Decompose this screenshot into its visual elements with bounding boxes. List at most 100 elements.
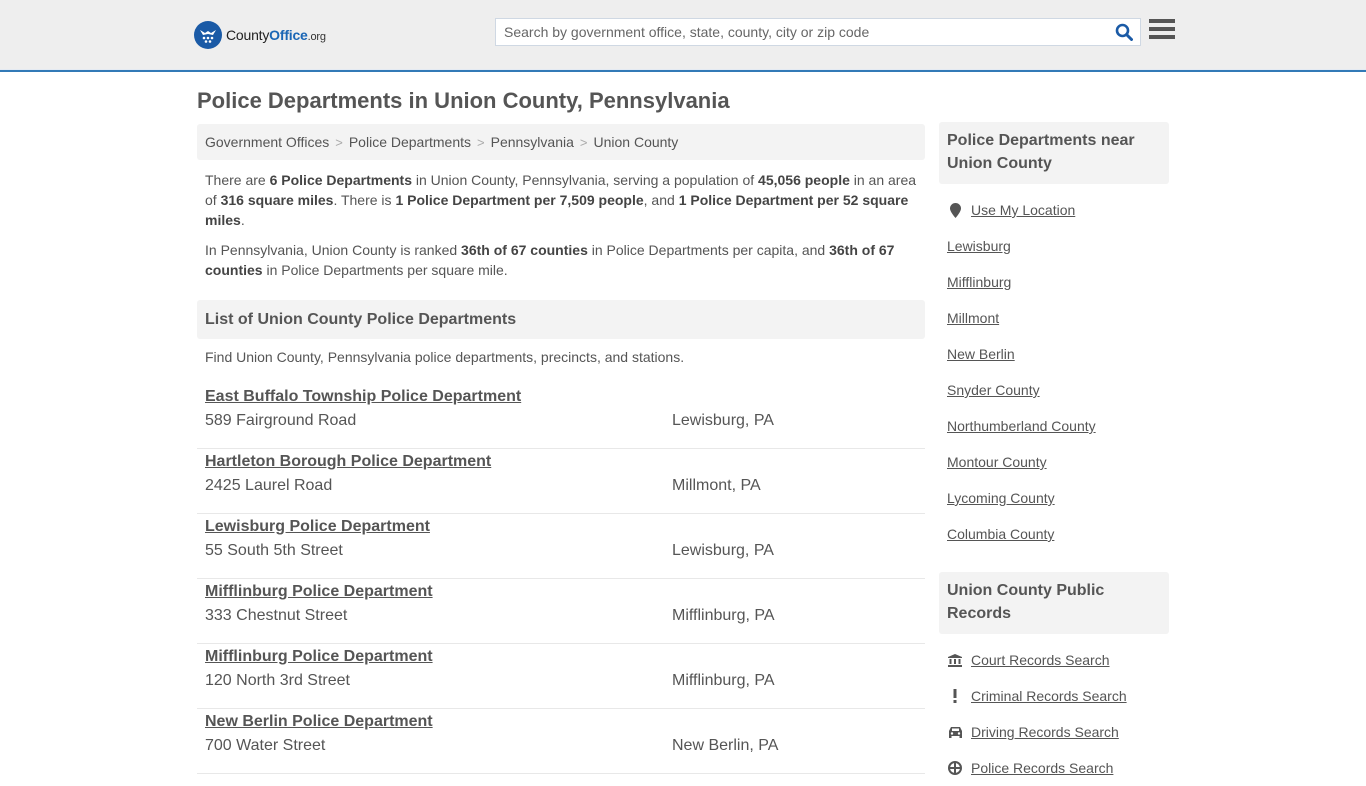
hamburger-menu-button[interactable] <box>1149 19 1175 43</box>
department-address: 2425 Laurel Road <box>205 477 333 494</box>
logo-wordmark: CountyOffice.org <box>226 27 326 43</box>
list-item: New Berlin Police Department 700 Water S… <box>197 709 925 774</box>
list-item: East Buffalo Township Police Department … <box>197 384 925 449</box>
site-logo[interactable]: CountyOffice.org <box>194 21 326 49</box>
exclamation-icon <box>947 689 963 703</box>
court-records-link[interactable]: Court Records Search <box>971 652 1110 668</box>
list-item: Mifflinburg Police Department 120 North … <box>197 644 925 709</box>
breadcrumb-pennsylvania[interactable]: Pennsylvania <box>491 134 574 150</box>
text: In Pennsylvania, Union County is ranked <box>205 242 462 258</box>
text: in Union County, Pennsylvania, serving a… <box>411 172 759 188</box>
nearby-item: Northumberland County <box>947 408 1161 444</box>
department-city: Lewisburg, PA <box>672 542 774 559</box>
area: 316 square miles <box>220 192 334 208</box>
nearby-item: Mifflinburg <box>947 264 1161 300</box>
list-item: Hartleton Borough Police Department 2425… <box>197 449 925 514</box>
text: in Police Departments per square mile. <box>262 262 508 278</box>
text: in Police Departments per capita, and <box>587 242 830 258</box>
search-input[interactable] <box>496 19 1108 45</box>
nearby-item: Snyder County <box>947 372 1161 408</box>
nearby-link-snyder-county[interactable]: Snyder County <box>947 382 1040 398</box>
hamburger-bar <box>1149 27 1175 31</box>
nearby-link-lycoming-county[interactable]: Lycoming County <box>947 490 1055 506</box>
list-item: Lewisburg Police Department 55 South 5th… <box>197 514 925 579</box>
nearby-item: New Berlin <box>947 336 1161 372</box>
department-city: Lewisburg, PA <box>672 412 774 429</box>
department-city: Mifflinburg, PA <box>672 672 775 689</box>
breadcrumb: Government Offices > Police Departments … <box>197 124 925 160</box>
nearby-link-millmont[interactable]: Millmont <box>947 310 999 326</box>
breadcrumb-separator: > <box>335 134 343 150</box>
list-heading: List of Union County Police Departments <box>197 300 925 339</box>
records-item: Driving Records Search <box>947 714 1161 750</box>
list-description: Find Union County, Pennsylvania police d… <box>205 349 685 365</box>
breadcrumb-separator: > <box>477 134 485 150</box>
nearby-link-lewisburg[interactable]: Lewisburg <box>947 238 1011 254</box>
breadcrumb-separator: > <box>579 134 588 150</box>
department-name-link[interactable]: Hartleton Borough Police Department <box>205 453 491 471</box>
department-name-link[interactable]: East Buffalo Township Police Department <box>205 388 521 406</box>
eagle-logo-icon <box>194 21 222 49</box>
map-marker-icon <box>947 202 963 218</box>
nearby-link-northumberland-county[interactable]: Northumberland County <box>947 418 1096 434</box>
records-item: Police Records Search <box>947 750 1161 786</box>
nearby-link-mifflinburg[interactable]: Mifflinburg <box>947 274 1011 290</box>
records-item: Court Records Search <box>947 642 1161 678</box>
department-city: New Berlin, PA <box>672 737 779 754</box>
use-my-location-item: Use My Location <box>947 192 1161 228</box>
driving-records-link[interactable]: Driving Records Search <box>971 724 1119 740</box>
department-address: 55 South 5th Street <box>205 542 343 559</box>
intro-paragraph-rank: In Pennsylvania, Union County is ranked … <box>205 240 921 280</box>
list-item: Mifflinburg Police Department 333 Chestn… <box>197 579 925 644</box>
rank-per-capita: 36th of 67 counties <box>461 242 588 258</box>
nearby-link-columbia-county[interactable]: Columbia County <box>947 526 1054 542</box>
nearby-item: Lycoming County <box>947 480 1161 516</box>
sidebar: Police Departments near Union County Use… <box>939 122 1169 786</box>
text: There are <box>205 172 270 188</box>
courthouse-icon <box>947 653 963 667</box>
department-address: 120 North 3rd Street <box>205 672 350 689</box>
nearby-heading: Police Departments near Union County <box>939 122 1169 184</box>
nearby-list: Use My Location Lewisburg Mifflinburg Mi… <box>939 192 1169 552</box>
use-my-location-link[interactable]: Use My Location <box>971 202 1075 218</box>
nearby-item: Columbia County <box>947 516 1161 552</box>
records-item: Criminal Records Search <box>947 678 1161 714</box>
hamburger-bar <box>1149 35 1175 39</box>
police-records-link[interactable]: Police Records Search <box>971 760 1113 776</box>
criminal-records-link[interactable]: Criminal Records Search <box>971 688 1127 704</box>
department-address: 700 Water Street <box>205 737 326 754</box>
text: , and <box>643 192 679 208</box>
breadcrumb-police-departments[interactable]: Police Departments <box>349 134 471 150</box>
search-button[interactable] <box>1108 19 1140 45</box>
nearby-link-montour-county[interactable]: Montour County <box>947 454 1047 470</box>
search-icon <box>1115 23 1133 41</box>
department-list: East Buffalo Township Police Department … <box>197 384 925 774</box>
department-name-link[interactable]: Mifflinburg Police Department <box>205 583 433 601</box>
public-records-list: Court Records Search Criminal Records Se… <box>939 642 1169 786</box>
nearby-item: Millmont <box>947 300 1161 336</box>
department-name-link[interactable]: Mifflinburg Police Department <box>205 648 433 666</box>
department-name-link[interactable]: Lewisburg Police Department <box>205 518 430 536</box>
text: . There is <box>333 192 396 208</box>
department-city: Mifflinburg, PA <box>672 607 775 624</box>
department-address: 333 Chestnut Street <box>205 607 348 624</box>
department-city: Millmont, PA <box>672 477 761 494</box>
nearby-item: Montour County <box>947 444 1161 480</box>
public-records-heading: Union County Public Records <box>939 572 1169 634</box>
site-header: CountyOffice.org <box>0 0 1366 72</box>
search-bar <box>495 18 1141 46</box>
population: 45,056 people <box>758 172 850 188</box>
police-badge-icon <box>947 761 963 775</box>
per-capita-ratio: 1 Police Department per 7,509 people <box>395 192 644 208</box>
breadcrumb-union-county[interactable]: Union County <box>593 134 678 150</box>
nearby-item: Lewisburg <box>947 228 1161 264</box>
intro-summary: There are 6 Police Departments in Union … <box>205 170 921 290</box>
dept-count: 6 Police Departments <box>269 172 412 188</box>
hamburger-menu-icon <box>1149 19 1175 23</box>
nearby-link-new-berlin[interactable]: New Berlin <box>947 346 1015 362</box>
intro-paragraph-stats: There are 6 Police Departments in Union … <box>205 170 921 230</box>
breadcrumb-government-offices[interactable]: Government Offices <box>205 134 329 150</box>
page-title: Police Departments in Union County, Penn… <box>197 88 730 113</box>
text: . <box>240 212 245 228</box>
department-name-link[interactable]: New Berlin Police Department <box>205 713 433 731</box>
